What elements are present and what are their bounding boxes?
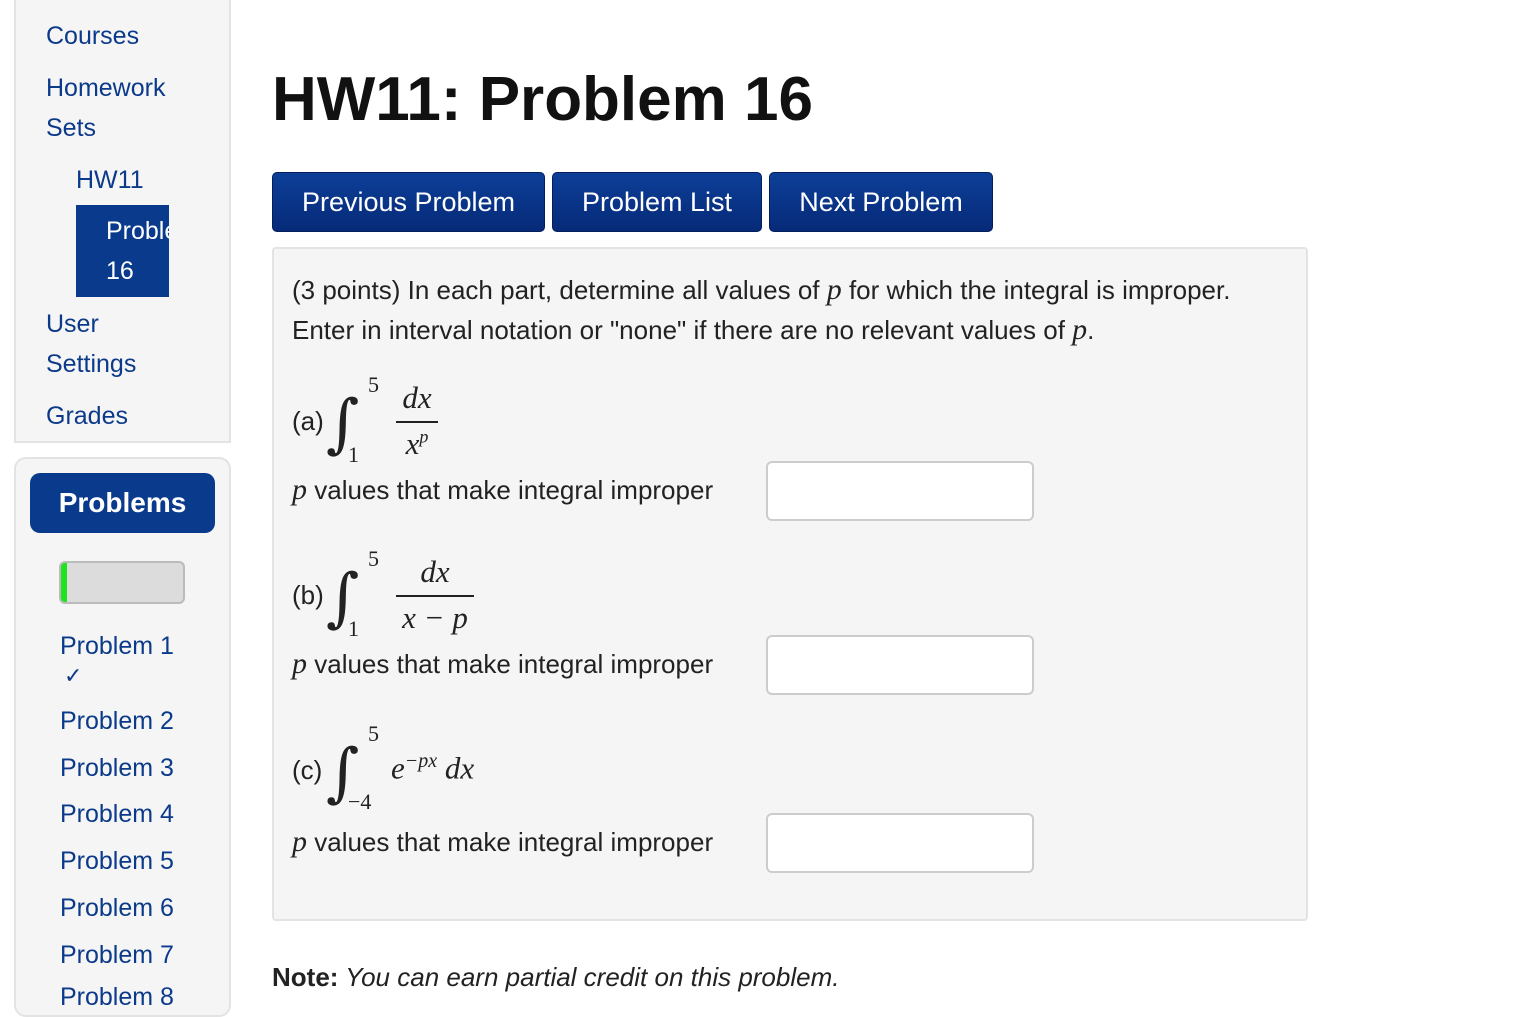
previous-problem-button[interactable]: Previous Problem xyxy=(272,172,545,232)
upper-limit: 5 xyxy=(368,372,379,397)
integrand-exponent: −px xyxy=(404,750,438,772)
nav-active-line2: 16 xyxy=(106,257,134,285)
problem-statement: (3 points) In each part, determine all v… xyxy=(292,270,1292,350)
problem-link-1[interactable]: Problem 1 ✓ xyxy=(60,631,174,691)
problem-list-button[interactable]: Problem List xyxy=(552,172,762,232)
nav-homework-sets-link[interactable]: Homework Sets xyxy=(46,68,165,148)
page-title: HW11: Problem 16 xyxy=(272,65,813,134)
nav-homework-sets-line2: Sets xyxy=(46,114,97,142)
problem-link-2[interactable]: Problem 2 xyxy=(60,706,174,736)
part-a-label: (a) xyxy=(292,406,324,436)
fraction-denominator: xp xyxy=(396,426,438,462)
problem-link-8[interactable]: Problem 8 xyxy=(60,982,174,1012)
answer-label-text: values that make integral improper xyxy=(314,827,714,857)
progress-bar-fill xyxy=(61,563,68,602)
part-a-answer-label: p values that make integral improper xyxy=(292,473,713,507)
problem-link-5[interactable]: Problem 5 xyxy=(60,846,174,876)
part-c-answer-input[interactable] xyxy=(766,813,1034,873)
integrand-dx: dx xyxy=(444,750,475,786)
check-icon: ✓ xyxy=(64,663,83,688)
statement-var-p: p xyxy=(826,273,842,306)
part-a-answer-input[interactable] xyxy=(766,461,1034,521)
answer-label-text: values that make integral improper xyxy=(314,475,714,505)
fraction-bar xyxy=(396,421,438,423)
nav-user-settings-line1: User xyxy=(46,310,99,338)
partial-credit-note: Note: You can earn partial credit on thi… xyxy=(272,962,839,993)
problems-header: Problems xyxy=(30,473,215,533)
progress-bar xyxy=(59,561,185,604)
lower-limit: −4 xyxy=(348,789,372,814)
part-b-label: (b) xyxy=(292,580,324,610)
nav-hw11-link[interactable]: HW11 xyxy=(76,160,144,200)
nav-grades-link[interactable]: Grades xyxy=(46,396,128,436)
fraction-denominator: x − p xyxy=(402,600,468,635)
nav-active-problem[interactable]: Problem 16 xyxy=(76,205,169,297)
nav-active-line1: Problem xyxy=(106,217,169,245)
problem-link-6[interactable]: Problem 6 xyxy=(60,893,174,923)
upper-limit: 5 xyxy=(368,546,379,571)
integrand: e−px dx xyxy=(391,750,474,786)
nav-user-settings-link[interactable]: User Settings xyxy=(46,304,136,384)
statement-text-3: . xyxy=(1087,315,1095,345)
problems-panel xyxy=(14,457,231,1017)
lower-limit: 1 xyxy=(348,442,359,467)
nav-courses-link[interactable]: Courses xyxy=(46,16,139,56)
problem-link-label: Problem 1 xyxy=(60,632,174,660)
denominator-exponent: p xyxy=(419,426,429,447)
nav-user-settings-line2: Settings xyxy=(46,350,137,378)
problem-link-4[interactable]: Problem 4 xyxy=(60,799,174,829)
denominator-base: x xyxy=(405,426,420,461)
part-c-label: (c) xyxy=(292,755,323,785)
answer-var-p: p xyxy=(292,473,307,506)
nav-homework-sets-line1: Homework xyxy=(46,74,166,102)
integrand-base: e xyxy=(391,750,405,786)
statement-text-1: (3 points) In each part, determine all v… xyxy=(292,275,827,305)
fraction-numerator: dx xyxy=(420,554,450,589)
note-label: Note: xyxy=(272,962,339,992)
fraction-numerator: dx xyxy=(402,380,432,415)
part-c-answer-label: p values that make integral improper xyxy=(292,825,713,859)
statement-var-p: p xyxy=(1072,313,1088,346)
problem-link-7[interactable]: Problem 7 xyxy=(60,940,174,970)
answer-label-text: values that make integral improper xyxy=(314,649,714,679)
fraction-bar xyxy=(396,595,474,597)
answer-var-p: p xyxy=(292,647,307,680)
lower-limit: 1 xyxy=(348,616,359,641)
part-b-answer-label: p values that make integral improper xyxy=(292,647,713,681)
problem-link-3[interactable]: Problem 3 xyxy=(60,753,174,783)
next-problem-button[interactable]: Next Problem xyxy=(769,172,993,232)
answer-var-p: p xyxy=(292,825,307,858)
note-text: You can earn partial credit on this prob… xyxy=(338,962,840,992)
upper-limit: 5 xyxy=(368,721,379,746)
part-b-answer-input[interactable] xyxy=(766,635,1034,695)
